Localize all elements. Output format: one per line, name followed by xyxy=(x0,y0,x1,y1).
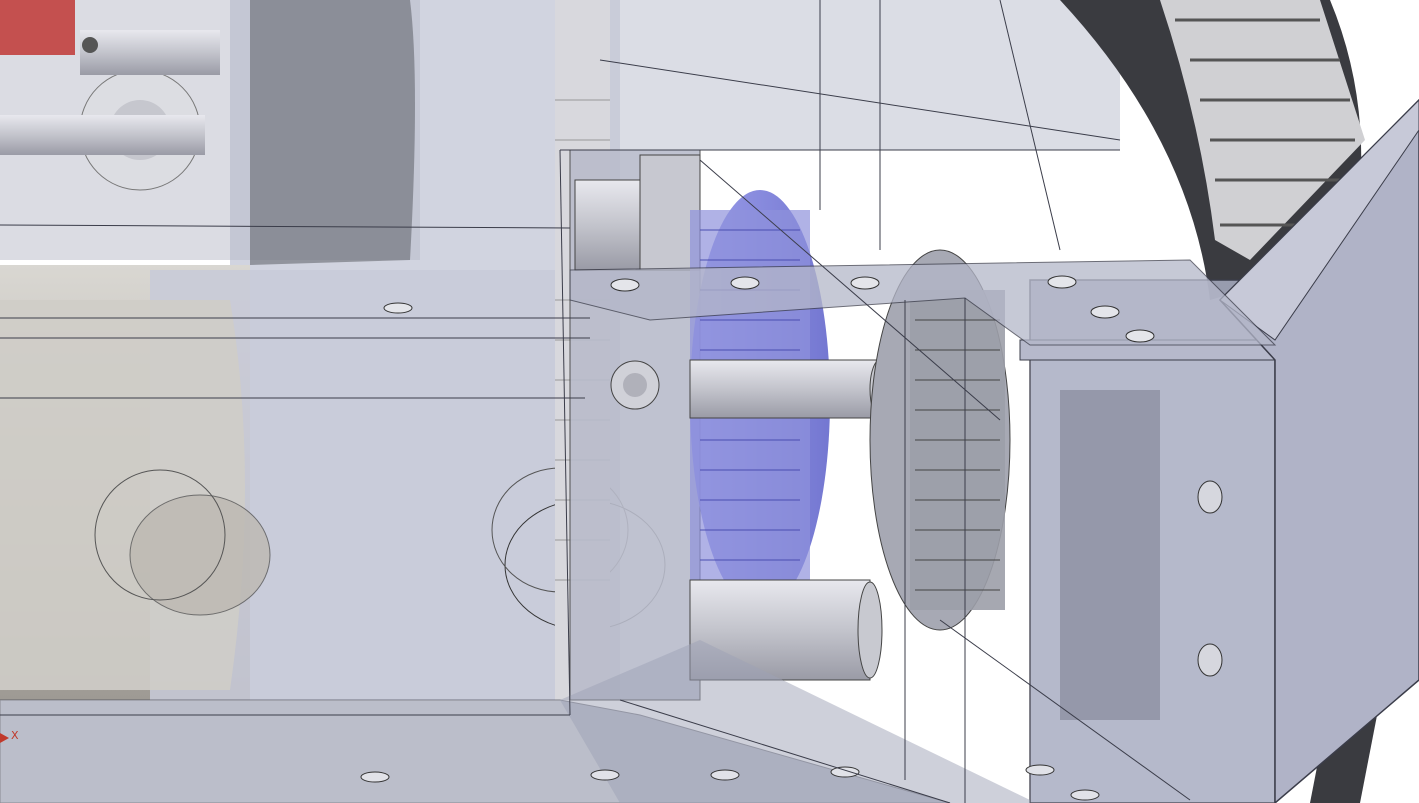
triad-x-label: X xyxy=(11,729,19,742)
triad-x-arrow-icon xyxy=(0,733,9,743)
mounting-plate[interactable] xyxy=(569,149,701,701)
standoff-upper[interactable] xyxy=(689,359,891,419)
assembly-render xyxy=(0,0,1419,803)
motor-end-plate[interactable] xyxy=(250,0,415,265)
cad-3d-viewport[interactable]: X xyxy=(0,0,1419,803)
